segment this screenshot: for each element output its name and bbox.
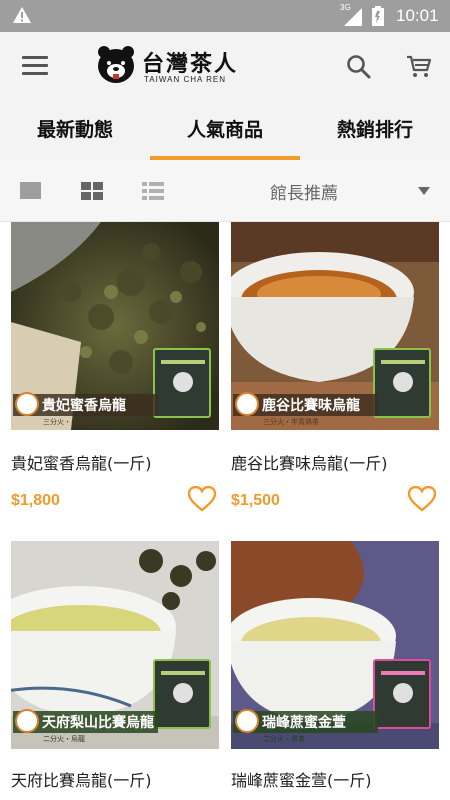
tea-package-image (153, 659, 211, 729)
tab-best-sellers[interactable]: 熱銷排行 (300, 102, 450, 160)
bear-badge-icon (15, 709, 39, 733)
app-bar: 台灣茶人 TAIWAN CHA REN (0, 32, 450, 102)
status-bar: 3G 10:01 (0, 0, 450, 32)
product-image: 鹿谷比賽味烏龍 三分火・半青熟茶 (231, 222, 439, 430)
tab-popular-products[interactable]: 人氣商品 (150, 102, 300, 160)
logo-subtitle: TAIWAN CHA REN (144, 75, 227, 84)
banner-label: 貴妃蜜香烏龍 (42, 398, 126, 414)
product-name[interactable]: 鹿谷比賽味烏龍(一斤) (231, 450, 388, 474)
product-image: 天府梨山比賽烏龍 二分火・烏龍 (11, 541, 219, 749)
banner-tag: 三分火・半青熟茶 (263, 418, 319, 426)
list-view-icon[interactable] (142, 182, 164, 200)
banner-tag: 三分火・半青熟茶 (43, 418, 99, 426)
bear-logo-icon (98, 46, 134, 83)
warning-icon (13, 7, 31, 23)
product-card[interactable]: 鹿谷比賽味烏龍 三分火・半青熟茶 鹿谷比賽味烏龍(一斤) $1,500 (231, 222, 439, 522)
product-image: 貴妃蜜香烏龍 三分火・半青熟茶 (11, 222, 219, 430)
product-name[interactable]: 貴妃蜜香烏龍(一斤) (11, 450, 152, 474)
product-card[interactable]: 貴妃蜜香烏龍 三分火・半青熟茶 貴妃蜜香烏龍(一斤) $1,800 (11, 222, 219, 522)
logo-title: 台灣茶人 (142, 52, 239, 77)
product-price: $1,500 (231, 492, 280, 509)
favorite-heart-icon[interactable] (408, 486, 436, 512)
product-name[interactable]: 瑞峰蔗蜜金萱(一斤) (231, 767, 372, 791)
bear-badge-icon (15, 392, 39, 416)
single-view-icon[interactable] (20, 182, 41, 199)
banner-label: 鹿谷比賽味烏龍 (262, 398, 360, 414)
product-image: 瑞峰蔗蜜金萱 二分火・青茶 (231, 541, 439, 749)
banner-tag: 二分火・青茶 (263, 735, 305, 743)
battery-icon (372, 6, 384, 26)
clock: 10:01 (396, 6, 439, 25)
view-toolbar: 館長推薦 (0, 160, 450, 222)
product-name[interactable]: 天府比賽烏龍(一斤) (11, 767, 152, 791)
tab-bar: 最新動態 人氣商品 熱銷排行 (0, 102, 450, 160)
tea-package-image (373, 348, 431, 418)
tab-latest-news[interactable]: 最新動態 (0, 102, 150, 160)
sort-dropdown[interactable]: 館長推薦 (270, 179, 338, 204)
product-card[interactable]: 瑞峰蔗蜜金萱 二分火・青茶 瑞峰蔗蜜金萱(一斤) (231, 541, 439, 800)
network-type: 3G (340, 3, 351, 12)
tea-package-image (153, 348, 211, 418)
product-banner: 瑞峰蔗蜜金萱 二分火・青茶 (233, 709, 378, 743)
product-card[interactable]: 天府梨山比賽烏龍 二分火・烏龍 天府比賽烏龍(一斤) (11, 541, 219, 800)
product-price: $1,800 (11, 492, 60, 509)
grid-view-icon[interactable] (81, 182, 103, 200)
favorite-heart-icon[interactable] (188, 486, 216, 512)
cart-icon[interactable] (406, 54, 432, 80)
menu-icon[interactable] (22, 56, 48, 78)
brand-logo[interactable]: 台灣茶人 TAIWAN CHA REN (96, 44, 256, 90)
product-banner: 貴妃蜜香烏龍 三分火・半青熟茶 (13, 392, 158, 426)
banner-tag: 二分火・烏龍 (43, 735, 85, 743)
product-banner: 鹿谷比賽味烏龍 三分火・半青熟茶 (233, 392, 378, 426)
product-banner: 天府梨山比賽烏龍 二分火・烏龍 (13, 709, 158, 743)
dropdown-arrow-icon[interactable] (418, 187, 430, 195)
banner-label: 瑞峰蔗蜜金萱 (262, 715, 346, 731)
banner-label: 天府梨山比賽烏龍 (42, 715, 154, 731)
bear-badge-icon (235, 392, 259, 416)
tea-package-image (373, 659, 431, 729)
bear-badge-icon (235, 709, 259, 733)
search-icon[interactable] (346, 54, 372, 80)
